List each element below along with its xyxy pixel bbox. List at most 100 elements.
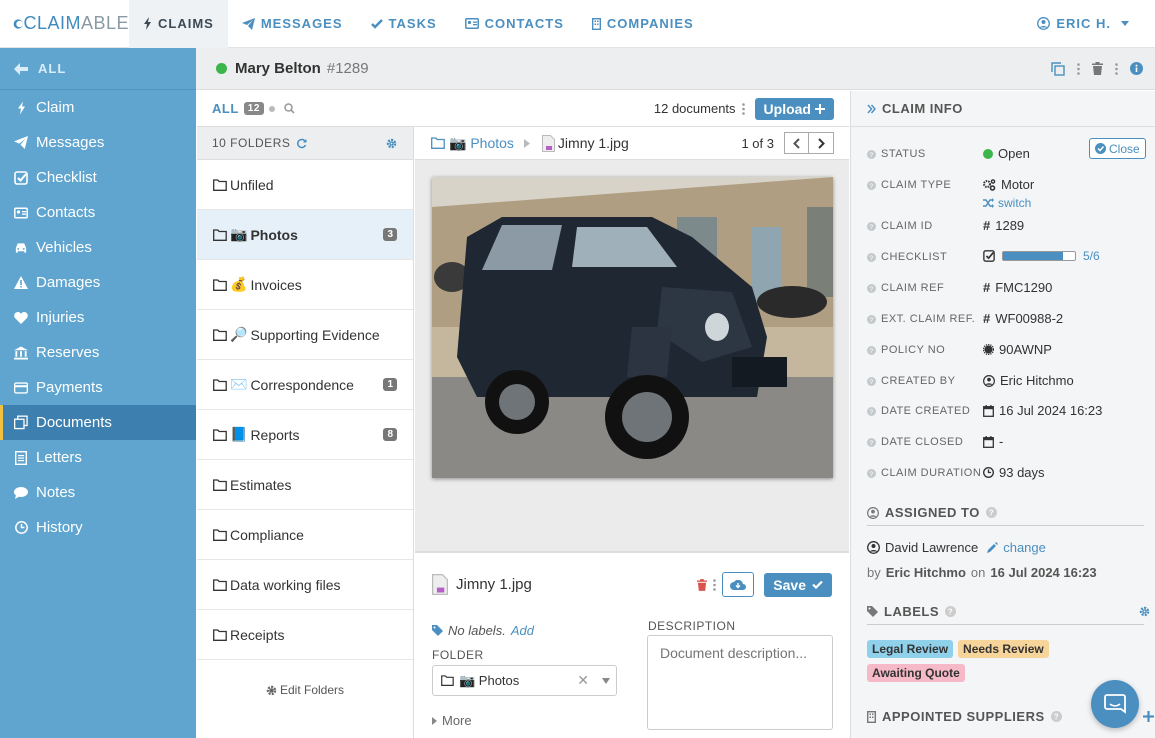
help-icon[interactable]: ?: [867, 221, 876, 231]
switch-label: switch: [998, 196, 1032, 210]
sidebar-item-notes[interactable]: Notes: [0, 475, 196, 510]
change-assignee-link[interactable]: change: [1003, 540, 1046, 555]
folder-item[interactable]: 💰 Invoices: [197, 260, 413, 310]
sidebar-item-messages[interactable]: Messages: [0, 125, 196, 160]
help-icon[interactable]: ?: [867, 180, 876, 190]
cogs-icon: [983, 178, 996, 191]
upload-button[interactable]: Upload: [754, 97, 834, 120]
sidebar-item-damages[interactable]: Damages: [0, 265, 196, 300]
folder-emoji: ✉️: [230, 376, 248, 392]
help-icon[interactable]: ?: [867, 283, 876, 293]
folder-item[interactable]: Data working files: [197, 560, 413, 610]
help-icon[interactable]: ?: [867, 437, 876, 447]
more-toggle[interactable]: More: [432, 713, 472, 728]
folder-item[interactable]: 📘 Reports 8: [197, 410, 413, 460]
badge-certificate-icon: [983, 344, 994, 355]
double-chevron-right-icon[interactable]: [867, 104, 876, 114]
ellipsis-vertical-icon[interactable]: [741, 102, 745, 115]
checklist-count[interactable]: 5/6: [1083, 249, 1100, 263]
edit-folders-button[interactable]: Edit Folders: [197, 660, 413, 720]
clear-folder-icon[interactable]: ✕: [577, 672, 589, 689]
help-icon[interactable]: ?: [985, 507, 997, 518]
folder-label: Compliance: [230, 526, 304, 543]
sidebar-item-label: Injuries: [36, 309, 85, 326]
prev-page-button[interactable]: [784, 132, 809, 154]
sidebar-item-payments[interactable]: Payments: [0, 370, 196, 405]
user-menu[interactable]: ERIC H.: [1037, 16, 1155, 31]
help-icon[interactable]: ?: [867, 376, 876, 386]
more-label: More: [442, 713, 472, 728]
sidebar-item-history[interactable]: History: [0, 510, 196, 545]
save-button[interactable]: Save: [764, 572, 832, 597]
document-preview-image[interactable]: [432, 177, 833, 478]
help-icon[interactable]: ?: [867, 149, 876, 159]
label-tag[interactable]: Legal Review: [867, 640, 954, 658]
folder-icon: [213, 278, 227, 291]
help-icon[interactable]: ?: [945, 606, 956, 617]
ellipsis-vertical-icon[interactable]: [1115, 62, 1118, 75]
copy-icon[interactable]: [1051, 61, 1065, 76]
sidebar-item-documents[interactable]: Documents: [0, 405, 196, 440]
sidebar-item-contacts[interactable]: Contacts: [0, 195, 196, 230]
help-icon[interactable]: ?: [867, 314, 876, 324]
ellipsis-vertical-icon[interactable]: [1077, 62, 1080, 75]
next-page-button[interactable]: [809, 132, 834, 154]
description-textarea[interactable]: [647, 635, 833, 730]
label-tag[interactable]: Awaiting Quote: [867, 664, 965, 682]
breadcrumb-folder[interactable]: 📷 Photos: [431, 135, 514, 152]
tag-icon: [867, 606, 878, 617]
assigned-on-date: 16 Jul 2024 16:23: [990, 565, 1097, 580]
topnav-messages[interactable]: MESSAGES: [228, 0, 357, 48]
sidebar-item-claim[interactable]: Claim: [0, 90, 196, 125]
topnav-contacts[interactable]: CONTACTS: [451, 0, 578, 48]
help-icon[interactable]: ?: [867, 345, 876, 355]
help-icon[interactable]: ?: [867, 252, 876, 262]
trash-icon[interactable]: [1092, 62, 1103, 75]
sidebar-item-vehicles[interactable]: Vehicles: [0, 230, 196, 265]
close-claim-label: Close: [1109, 141, 1140, 156]
ellipsis-vertical-icon[interactable]: [713, 578, 717, 591]
topnav-claims[interactable]: CLAIMS: [129, 0, 228, 48]
folder-item[interactable]: Receipts: [197, 610, 413, 660]
trash-icon[interactable]: [697, 578, 708, 591]
folder-select[interactable]: 📷 Photos ✕: [432, 665, 617, 696]
search-icon[interactable]: [284, 103, 295, 114]
folder-item[interactable]: 🔎 Supporting Evidence: [197, 310, 413, 360]
help-icon[interactable]: ?: [1050, 711, 1062, 722]
claimable-logo[interactable]: CLAIM ABLE: [0, 0, 129, 48]
sidebar-back-all[interactable]: ALL: [0, 48, 196, 90]
folder-item[interactable]: 📷 Photos 3: [197, 210, 413, 260]
info-icon[interactable]: [1130, 62, 1143, 75]
info-label-text: CLAIM DURATION: [881, 467, 982, 479]
all-documents-tab[interactable]: ALL 12: [212, 101, 295, 116]
topnav-tasks[interactable]: TASKS: [357, 0, 451, 48]
topnav-messages-label: MESSAGES: [260, 16, 343, 31]
gear-icon[interactable]: [386, 138, 397, 149]
folder-item[interactable]: Unfiled: [197, 160, 413, 210]
add-label-link[interactable]: Add: [511, 623, 534, 638]
info-label-status: ? STATUS: [867, 148, 926, 160]
help-icon[interactable]: ?: [867, 406, 876, 416]
chat-launcher-button[interactable]: [1091, 680, 1139, 728]
folder-count-badge: 8: [383, 428, 397, 441]
documents-icon: [14, 415, 28, 430]
label-tag[interactable]: Needs Review: [958, 640, 1049, 658]
folder-item[interactable]: Estimates: [197, 460, 413, 510]
download-button[interactable]: [722, 572, 755, 597]
close-claim-button[interactable]: Close: [1089, 138, 1146, 159]
sidebar-item-letters[interactable]: Letters: [0, 440, 196, 475]
folder-item[interactable]: Compliance: [197, 510, 413, 560]
folder-icon: [213, 378, 227, 391]
switch-claim-type-link[interactable]: switch: [983, 196, 1031, 210]
topnav-companies[interactable]: COMPANIES: [578, 0, 708, 48]
folder-item[interactable]: ✉️ Correspondence 1: [197, 360, 413, 410]
status-dot: [216, 63, 227, 74]
plus-icon[interactable]: [1143, 711, 1154, 722]
refresh-icon[interactable]: [296, 138, 307, 149]
gear-icon[interactable]: [1139, 606, 1150, 617]
help-icon[interactable]: ?: [867, 468, 876, 478]
sidebar-item-checklist[interactable]: Checklist: [0, 160, 196, 195]
info-label-text: EXT. CLAIM REF.: [881, 313, 976, 325]
sidebar-item-injuries[interactable]: Injuries: [0, 300, 196, 335]
sidebar-item-reserves[interactable]: Reserves: [0, 335, 196, 370]
